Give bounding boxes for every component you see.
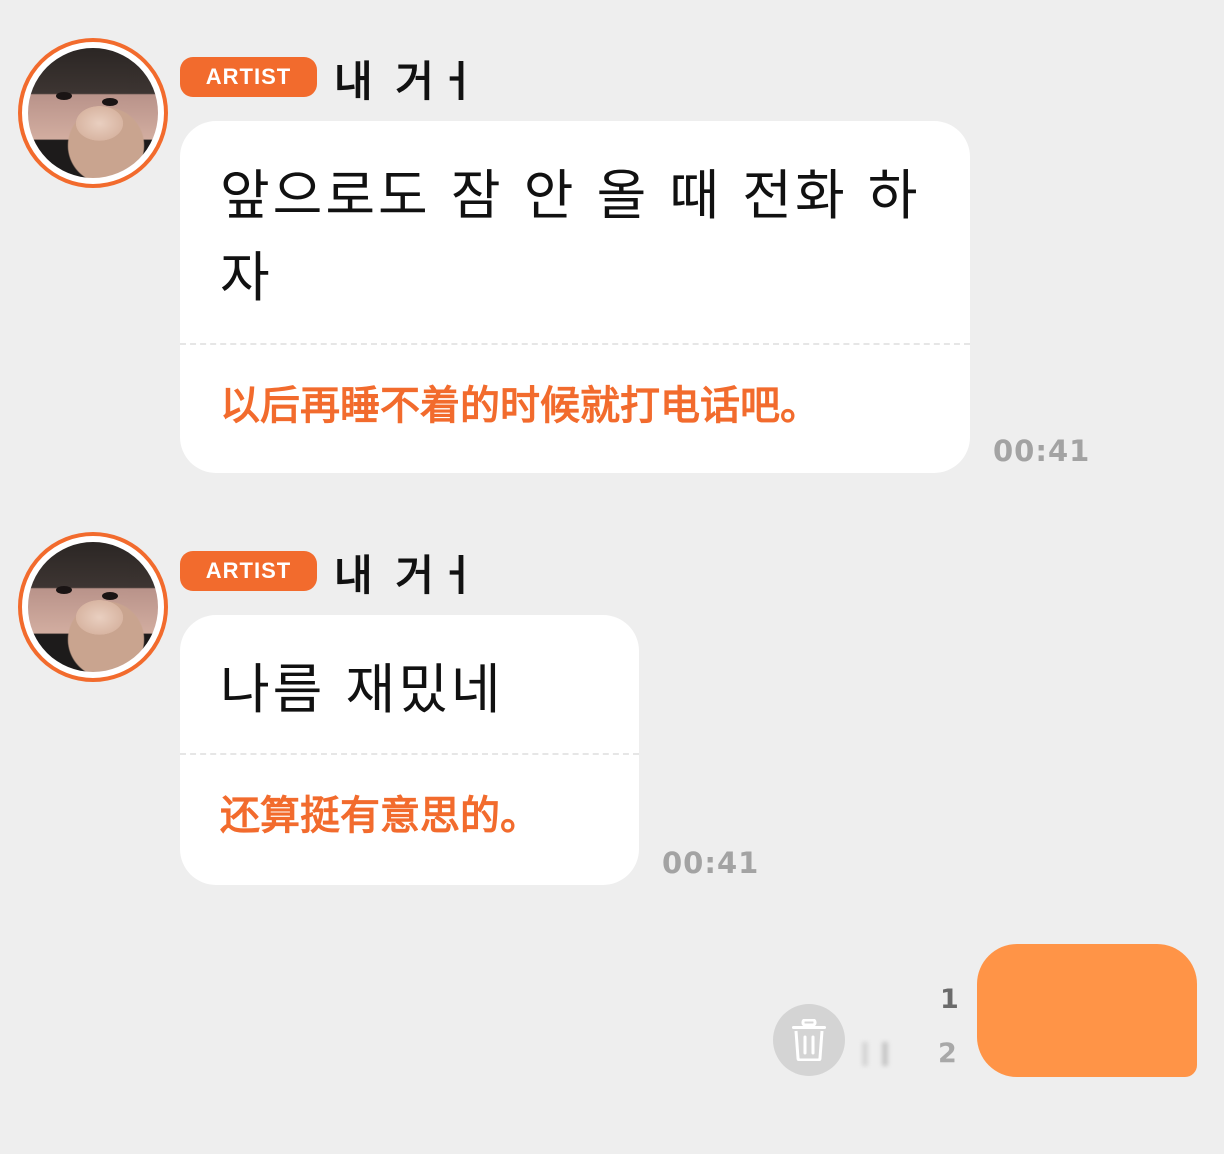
send-count: 2: [938, 1038, 957, 1069]
delete-button[interactable]: [773, 1004, 845, 1076]
sender-name: 내 거ㅓ: [334, 57, 481, 106]
translation-text: 还算挺有意思的。: [220, 793, 540, 839]
read-count: 1: [940, 984, 959, 1015]
my-message-bubble[interactable]: [977, 944, 1197, 1077]
trash-icon: [792, 1019, 826, 1061]
message-time: 00:41: [662, 846, 760, 880]
original-text: 앞으로도 잠 안 올 때 전화 하자: [220, 164, 921, 309]
avatar-photo: [28, 542, 158, 672]
message-time: 00:41: [993, 434, 1091, 468]
avatar[interactable]: [18, 38, 168, 188]
sender-name: 내 거ㅓ: [334, 551, 481, 600]
message-bubble[interactable]: 앞으로도 잠 안 올 때 전화 하자 以后再睡不着的时候就打电话吧。: [180, 121, 970, 473]
translation-text: 以后再睡不着的时候就打电话吧。: [220, 383, 820, 429]
avatar-photo: [28, 48, 158, 178]
artist-badge: ARTIST: [180, 551, 317, 591]
artist-badge: ARTIST: [180, 57, 317, 97]
avatar[interactable]: [18, 532, 168, 682]
original-text: 나름 재밌네: [220, 658, 504, 721]
blurred-status: [862, 1042, 932, 1066]
message-bubble[interactable]: 나름 재밌네 还算挺有意思的。: [180, 615, 639, 885]
